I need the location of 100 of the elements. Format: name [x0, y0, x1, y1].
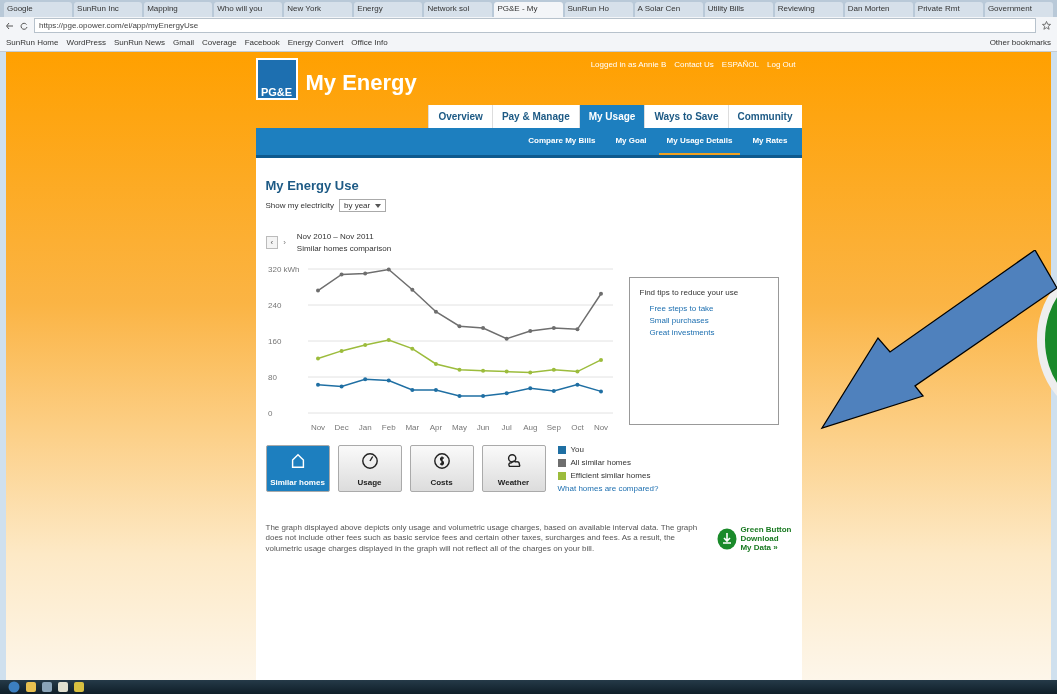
download-data-link[interactable]: Green Button Download My Data » — [740, 524, 792, 553]
data-point — [362, 271, 367, 276]
data-point — [386, 378, 391, 383]
axis-label: 240 — [267, 301, 281, 310]
bookmark-link[interactable]: Gmail — [173, 38, 194, 47]
tip-link[interactable]: Great investments — [639, 328, 768, 337]
subnav-tab[interactable]: My Usage Details — [658, 128, 741, 155]
data-point — [433, 388, 438, 393]
next-button[interactable]: › — [283, 238, 286, 247]
bookmark-link[interactable]: Energy Convert — [287, 38, 344, 47]
data-point — [574, 382, 579, 387]
view-button[interactable]: Costs — [409, 445, 474, 492]
axis-label: Nov — [310, 423, 325, 432]
axis-label: Apr — [429, 423, 442, 432]
browser-tab[interactable]: Energy — [354, 2, 423, 17]
axis-label: Dec — [333, 423, 349, 432]
subnav-tab[interactable]: Compare My Bills — [520, 128, 604, 155]
download-icon[interactable] — [717, 527, 738, 550]
nav-tab[interactable]: Community — [727, 105, 802, 128]
axis-label: Nov — [593, 423, 608, 432]
browser-tab[interactable]: Mapping — [144, 2, 213, 17]
data-point — [527, 370, 532, 375]
legend-label: Efficient similar homes — [570, 471, 651, 480]
star-icon[interactable] — [1042, 21, 1051, 30]
data-point — [504, 369, 509, 374]
legend-label: All similar homes — [570, 458, 631, 467]
browser-tab[interactable]: SunRun Inc — [74, 2, 143, 17]
start-icon[interactable] — [8, 681, 20, 693]
folder-icon[interactable] — [26, 682, 36, 692]
data-point — [433, 309, 438, 314]
axis-label: Oct — [570, 423, 584, 432]
caret-icon — [375, 203, 382, 208]
view-button[interactable]: Similar homes — [265, 445, 330, 492]
view-button[interactable]: Usage — [337, 445, 402, 492]
axis-label: Feb — [381, 423, 396, 432]
dollar-icon — [432, 452, 451, 470]
data-point — [598, 291, 603, 296]
date-range: Nov 2010 – Nov 2011 — [296, 232, 375, 241]
data-point — [504, 391, 509, 396]
browser-tab[interactable]: Utility Bills — [704, 2, 773, 17]
subnav-tab[interactable]: My Goal — [607, 128, 655, 155]
period-select[interactable]: by year — [338, 199, 387, 212]
bookmark-link[interactable]: Facebook — [244, 38, 280, 47]
bookmark-link[interactable]: WordPress — [66, 38, 106, 47]
data-point — [480, 325, 485, 330]
browser-tab[interactable]: A Solar Cen — [634, 2, 703, 17]
browser-tab[interactable]: PG&E - My — [494, 2, 563, 17]
browser-tab[interactable]: Google — [4, 2, 73, 17]
data-point — [504, 336, 509, 341]
nav-tab[interactable]: My Usage — [578, 105, 645, 128]
previous-button[interactable]: ‹ — [265, 236, 279, 249]
bookmark-link[interactable]: SunRun Home — [6, 38, 59, 47]
browser-tab[interactable]: New York — [284, 2, 353, 17]
tip-link[interactable]: Small purchases — [639, 316, 768, 325]
browser-tab[interactable]: SunRun Ho — [564, 2, 633, 17]
bookmark-link[interactable]: Coverage — [201, 38, 237, 47]
browser-tab[interactable]: Private Rmt — [914, 2, 983, 17]
data-point — [386, 267, 391, 272]
reload-icon[interactable] — [20, 21, 28, 30]
data-point — [386, 338, 391, 343]
axis-label: Jul — [501, 423, 512, 432]
data-point — [457, 367, 461, 372]
axis-label: Sep — [546, 423, 561, 432]
axis-label: 320 kWh — [267, 265, 300, 274]
bookmark-link[interactable]: Office Info — [351, 38, 388, 47]
data-point — [409, 346, 414, 351]
axis-label: 160 — [267, 337, 281, 346]
data-point — [480, 393, 485, 398]
page-heading: My Energy Use — [265, 178, 360, 193]
browser-tab[interactable]: Dan Morten — [844, 2, 913, 17]
data-point — [457, 324, 461, 329]
tip-link[interactable]: Free steps to take — [639, 304, 768, 313]
address-field[interactable]: https://pge.opower.com/ei/app/myEnergyUse — [34, 18, 1036, 33]
back-icon[interactable] — [6, 21, 14, 30]
data-point — [409, 287, 414, 292]
browser-tab[interactable]: Network sol — [424, 2, 493, 17]
nav-tab[interactable]: Overview — [428, 105, 492, 128]
axis-label: Mar — [404, 423, 419, 432]
bookmark-link[interactable]: Other bookmarks — [989, 38, 1051, 47]
site-title: My Energy — [305, 70, 417, 96]
browser-tab[interactable]: Who will you — [214, 2, 283, 17]
axis-label: Jun — [476, 423, 490, 432]
axis-label: Jan — [358, 423, 372, 432]
data-point — [551, 325, 556, 330]
data-point — [315, 288, 320, 293]
nav-tab[interactable]: Ways to Save — [644, 105, 728, 128]
data-point — [315, 356, 320, 361]
data-point — [433, 361, 438, 366]
data-point — [315, 382, 320, 387]
nav-tab[interactable]: Pay & Manage — [491, 105, 579, 128]
browser-tab[interactable]: Government — [984, 2, 1053, 17]
data-point — [409, 388, 414, 393]
bookmark-link[interactable]: SunRun News — [113, 38, 166, 47]
browser-tab[interactable]: Reviewing — [774, 2, 843, 17]
subnav-tab[interactable]: My Rates — [744, 128, 796, 155]
axis-label: 80 — [267, 373, 277, 382]
axis-label: Aug — [522, 423, 537, 432]
compare-link[interactable]: What homes are compared? — [557, 484, 659, 493]
legend-label: You — [570, 445, 584, 454]
view-button[interactable]: Weather — [481, 445, 546, 492]
